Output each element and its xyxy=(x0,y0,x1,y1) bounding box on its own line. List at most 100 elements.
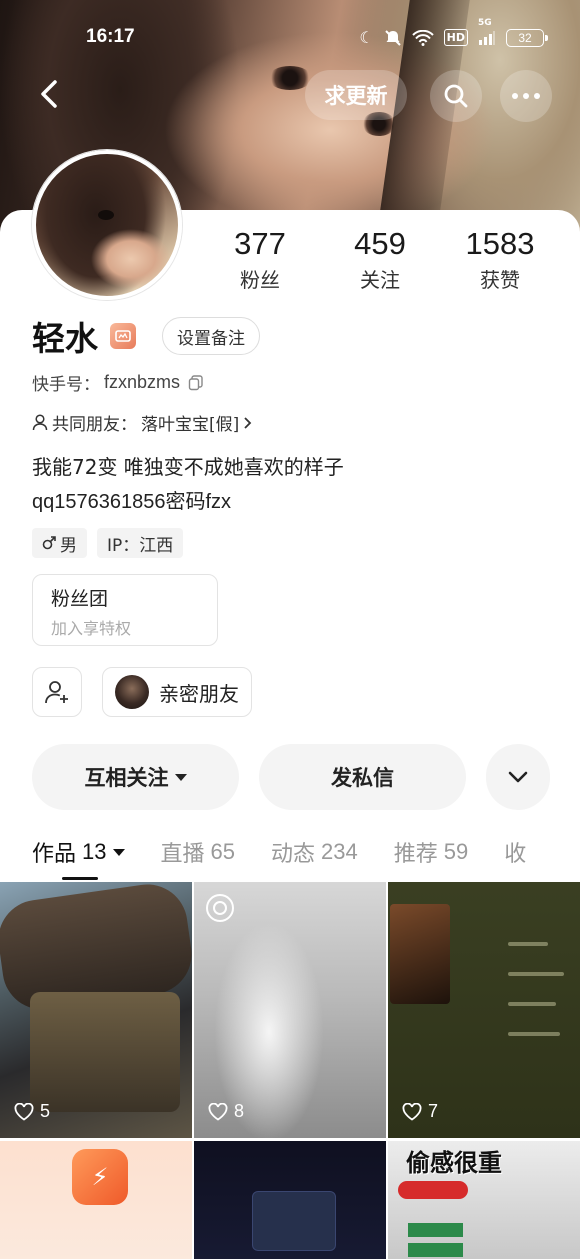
moon-icon: ☾ xyxy=(359,28,374,47)
battery-icon: 32 xyxy=(506,28,548,47)
stat-followers[interactable]: 377 粉丝 xyxy=(200,226,320,293)
tab-favorites[interactable]: 收 xyxy=(504,834,526,870)
caret-down-icon xyxy=(174,773,187,781)
chevron-down-icon xyxy=(508,771,528,783)
thumbnail-image-detail xyxy=(508,1032,560,1036)
fan-group-card[interactable]: 粉丝团 加入享特权 xyxy=(32,574,218,646)
kuaishou-id-row: 快手号： fzxnbzms xyxy=(32,370,204,395)
tab-label: 直播 xyxy=(160,842,205,867)
bio-line: qq1576361856密码fzx xyxy=(32,491,232,513)
thumbnail-image-detail xyxy=(30,992,180,1112)
tab-label: 收 xyxy=(504,842,527,867)
video-thumbnail[interactable]: 8 xyxy=(194,882,386,1138)
live-photo-icon xyxy=(206,894,234,922)
video-thumbnail[interactable]: 偷感很重 xyxy=(388,1141,580,1259)
tab-active-indicator xyxy=(62,877,98,880)
mutual-follow-button[interactable]: 互相关注 xyxy=(32,744,239,810)
fan-group-subtitle: 加入享特权 xyxy=(51,619,132,638)
thumbnail-image-detail xyxy=(390,904,450,1004)
chevron-left-icon xyxy=(41,80,57,108)
more-icon xyxy=(512,93,540,99)
like-count: 7 xyxy=(402,1101,438,1122)
chevron-right-icon xyxy=(243,416,253,430)
thumbnail-image-detail xyxy=(508,942,548,946)
tab-count: 65 xyxy=(210,839,235,864)
fan-group-title: 粉丝团 xyxy=(51,588,109,610)
level-badge-icon[interactable] xyxy=(110,323,136,349)
kuaishou-id-value: fzxnbzms xyxy=(104,372,181,392)
works-grid: 5 8 7 ⚡ 偷感很重 xyxy=(0,882,580,1259)
gender-tag: 男 xyxy=(32,528,87,558)
status-icons: ☾ HD 5G 32 xyxy=(359,18,548,47)
thumbnail-image-detail xyxy=(508,972,564,976)
like-count-value: 5 xyxy=(40,1101,51,1121)
mutual-friends-row[interactable]: 共同朋友： 落叶宝宝[假] xyxy=(32,410,253,435)
content-tabs: 作品 13 直播 65 动态 234 推荐 59 收 xyxy=(32,834,562,884)
copy-icon[interactable] xyxy=(188,374,204,391)
profile-tags: 男 IP：江西 xyxy=(32,528,184,558)
close-friend-label: 亲密朋友 xyxy=(159,681,239,706)
stat-label: 获赞 xyxy=(480,268,520,292)
stat-number: 377 xyxy=(234,226,286,261)
thumbnail-image-detail xyxy=(398,1181,468,1199)
video-thumbnail[interactable]: ⚡ xyxy=(0,1141,192,1259)
action-buttons-row: 互相关注 发私信 xyxy=(32,744,550,810)
mutual-follow-label: 互相关注 xyxy=(84,766,169,790)
ip-tag: IP：江西 xyxy=(97,528,184,558)
tab-recommend[interactable]: 推荐 59 xyxy=(394,834,469,870)
add-friend-button[interactable] xyxy=(32,667,82,717)
friend-buttons-row: 亲密朋友 xyxy=(32,667,252,717)
heart-icon xyxy=(208,1102,228,1121)
kuaishou-id-label: 快手号： xyxy=(32,375,100,395)
thumbnail-badge-icon: ⚡ xyxy=(72,1149,128,1205)
wifi-icon xyxy=(411,29,434,46)
video-thumbnail[interactable] xyxy=(194,1141,386,1259)
tab-works[interactable]: 作品 13 xyxy=(32,834,125,880)
avatar-image-detail xyxy=(98,210,114,220)
heart-icon xyxy=(402,1102,422,1121)
tab-count: 59 xyxy=(443,839,469,864)
tab-moments[interactable]: 动态 234 xyxy=(271,834,358,870)
profile-stats: 377 粉丝 459 关注 1583 获赞 xyxy=(200,226,560,293)
add-user-icon xyxy=(45,681,68,704)
tab-label: 作品 xyxy=(32,842,77,867)
thumbnail-image-detail xyxy=(408,1243,463,1257)
tab-live[interactable]: 直播 65 xyxy=(161,834,236,870)
thumbnail-image-detail xyxy=(408,1223,463,1237)
like-count: 5 xyxy=(14,1101,50,1122)
stat-likes[interactable]: 1583 获赞 xyxy=(440,226,560,293)
thumbnail-image-detail xyxy=(508,1002,556,1006)
caret-down-icon xyxy=(112,848,125,856)
video-thumbnail[interactable]: 5 xyxy=(0,882,192,1138)
request-update-button[interactable]: 求更新 xyxy=(305,70,407,120)
video-thumbnail[interactable]: 7 xyxy=(388,882,580,1138)
avatar[interactable] xyxy=(32,150,182,300)
send-message-button[interactable]: 发私信 xyxy=(259,744,466,810)
back-button[interactable] xyxy=(30,72,68,116)
tab-label: 动态 xyxy=(271,842,316,867)
search-button[interactable] xyxy=(430,70,482,122)
name-row: 轻水 设置备注 xyxy=(32,312,260,360)
stat-label: 关注 xyxy=(360,268,400,292)
like-count: 8 xyxy=(208,1101,244,1122)
status-time: 16:17 xyxy=(86,26,135,47)
stat-number: 459 xyxy=(354,226,406,261)
more-button[interactable] xyxy=(500,70,552,122)
close-friend-button[interactable]: 亲密朋友 xyxy=(102,667,252,717)
mutual-friends-value: 落叶宝宝[假] xyxy=(141,415,240,435)
expand-button[interactable] xyxy=(486,744,550,810)
tab-count: 234 xyxy=(321,839,358,864)
bio-line: 我能72变 唯独变不成她喜欢的样子 xyxy=(32,455,344,479)
mute-bell-icon xyxy=(384,29,402,47)
close-friend-avatar xyxy=(115,675,149,709)
stat-following[interactable]: 459 关注 xyxy=(320,226,440,293)
like-count-value: 7 xyxy=(428,1101,439,1121)
tab-count: 13 xyxy=(82,839,107,864)
thumbnail-image-detail xyxy=(252,1191,336,1251)
mutual-friends-label: 共同朋友： xyxy=(52,415,137,435)
stat-number: 1583 xyxy=(465,226,535,261)
person-icon xyxy=(32,414,48,431)
search-icon xyxy=(444,84,468,108)
set-remark-button[interactable]: 设置备注 xyxy=(162,317,260,355)
heart-icon xyxy=(14,1102,34,1121)
